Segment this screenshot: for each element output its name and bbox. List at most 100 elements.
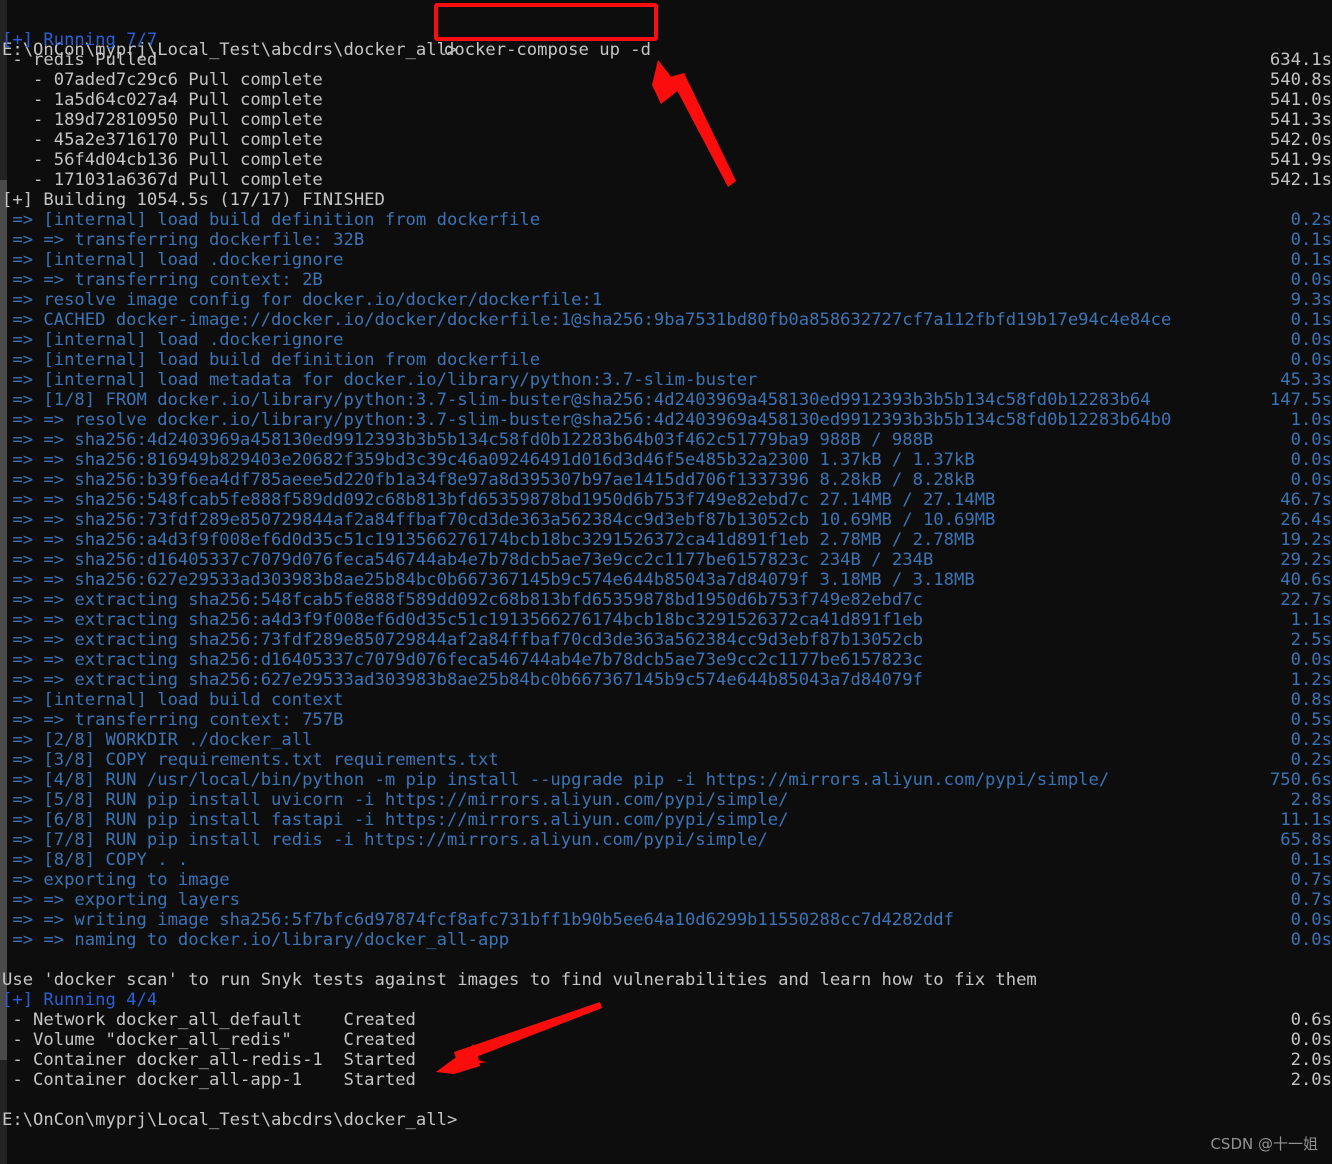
terminal-line: => => sha256:b39f6ea4df785aeee5d220fb1a3… <box>0 470 1332 490</box>
terminal-line-duration: 2.0s <box>1290 1050 1332 1070</box>
terminal-line-duration: 0.2s <box>1290 750 1332 770</box>
terminal-line: => => sha256:73fdf289e850729844af2a84ffb… <box>0 510 1332 530</box>
terminal-line: => resolve image config for docker.io/do… <box>0 290 1332 310</box>
terminal-line-duration: 0.2s <box>1290 730 1332 750</box>
terminal-line-duration: 2.0s <box>1290 1070 1332 1090</box>
terminal-line: => [5/8] RUN pip install uvicorn -i http… <box>0 790 1332 810</box>
terminal-line-duration: 540.8s <box>1269 70 1332 90</box>
terminal-line: => => writing image sha256:5f7bfc6d97874… <box>0 910 1332 930</box>
terminal-line-duration: 1.1s <box>1290 610 1332 630</box>
terminal-line: => [7/8] RUN pip install redis -i https:… <box>0 830 1332 850</box>
terminal-line: - Volume "docker_all_redis" Created 0.0s <box>0 1030 1332 1050</box>
terminal-line: - 45a2e3716170 Pull complete 542.0s <box>0 130 1332 150</box>
terminal-line: - 189d72810950 Pull complete 541.3s <box>0 110 1332 130</box>
terminal-line-duration: 22.7s <box>1280 590 1332 610</box>
terminal-line-duration: 0.7s <box>1290 890 1332 910</box>
terminal-line-duration: 0.1s <box>1290 850 1332 870</box>
terminal-line: => [internal] load build definition from… <box>0 350 1332 370</box>
terminal-line-duration: 9.3s <box>1290 290 1332 310</box>
terminal-line: => [internal] load metadata for docker.i… <box>0 370 1332 390</box>
terminal-line-duration: 0.0s <box>1290 350 1332 370</box>
terminal-line: - 171031a6367d Pull complete 542.1s <box>0 170 1332 190</box>
terminal-line: => => sha256:816949b829403e20682f359bd3c… <box>0 450 1332 470</box>
terminal-line-duration: 750.6s <box>1269 770 1332 790</box>
terminal-line: => => sha256:a4d3f9f008ef6d0d35c51c19135… <box>0 530 1332 550</box>
terminal-line: => => transferring dockerfile: 32B 0.1s <box>0 230 1332 250</box>
terminal-line: => => exporting layers 0.7s <box>0 890 1332 910</box>
terminal-line-duration: 542.0s <box>1269 130 1332 150</box>
terminal-line-duration: 0.0s <box>1290 430 1332 450</box>
terminal-line-duration: 65.8s <box>1280 830 1332 850</box>
terminal-line-duration: 1.2s <box>1290 670 1332 690</box>
terminal-line-duration: 0.0s <box>1290 650 1332 670</box>
terminal-line-duration: 0.6s <box>1290 1010 1332 1030</box>
terminal-line-duration: 541.3s <box>1269 110 1332 130</box>
terminal-line-duration: 29.2s <box>1280 550 1332 570</box>
terminal-line: => [internal] load .dockerignore 0.1s <box>0 250 1332 270</box>
terminal-line-duration: 542.1s <box>1269 170 1332 190</box>
terminal-line-text: [+] Running 4/4 <box>2 990 158 1010</box>
terminal-line: [+] Running 7/7 <box>0 30 1332 50</box>
terminal-line-duration: 0.0s <box>1290 270 1332 290</box>
terminal-output: E:\OnCon\myprj\Local_Test\abcdrs\docker_… <box>0 0 1332 1130</box>
terminal-line: E:\OnCon\myprj\Local_Test\abcdrs\docker_… <box>0 1110 1332 1130</box>
terminal-line-text: E:\OnCon\myprj\Local_Test\abcdrs\docker_… <box>2 1110 458 1130</box>
terminal-line-duration: 0.0s <box>1290 450 1332 470</box>
terminal-line: => [8/8] COPY . . 0.1s <box>0 850 1332 870</box>
terminal-line-text: [+] Building 1054.5s (17/17) FINISHED <box>2 190 385 210</box>
terminal-line-duration: 19.2s <box>1280 530 1332 550</box>
terminal-line-duration: 634.1s <box>1269 50 1332 70</box>
terminal-line: => [6/8] RUN pip install fastapi -i http… <box>0 810 1332 830</box>
terminal-line: => => extracting sha256:a4d3f9f008ef6d0d… <box>0 610 1332 630</box>
terminal-line-duration: 0.0s <box>1290 930 1332 950</box>
terminal-line: => [1/8] FROM docker.io/library/python:3… <box>0 390 1332 410</box>
terminal-line: => exporting to image 0.7s <box>0 870 1332 890</box>
terminal-line: => => transferring context: 757B 0.5s <box>0 710 1332 730</box>
terminal-line: => => sha256:d16405337c7079d076feca54674… <box>0 550 1332 570</box>
terminal-line-duration: 0.8s <box>1290 690 1332 710</box>
terminal-line: - Container docker_all-redis-1 Started 2.… <box>0 1050 1332 1070</box>
terminal-line: => [internal] load build context 0.8s <box>0 690 1332 710</box>
terminal-line-duration: 0.0s <box>1290 470 1332 490</box>
terminal-line: => [3/8] COPY requirements.txt requireme… <box>0 750 1332 770</box>
terminal-line-duration: 0.1s <box>1290 230 1332 250</box>
terminal-line-duration: 0.1s <box>1290 250 1332 270</box>
terminal-line: - 07aded7c29c6 Pull complete 540.8s <box>0 70 1332 90</box>
terminal-line: => => transferring context: 2B 0.0s <box>0 270 1332 290</box>
terminal-line-duration: 0.7s <box>1290 870 1332 890</box>
terminal-line: [+] Building 1054.5s (17/17) FINISHED <box>0 190 1332 210</box>
terminal-line-duration: 147.5s <box>1269 390 1332 410</box>
terminal-line: - 1a5d64c027a4 Pull complete 541.0s <box>0 90 1332 110</box>
terminal-line-duration: 46.7s <box>1280 490 1332 510</box>
terminal-line-duration: 1.0s <box>1290 410 1332 430</box>
terminal-line-duration: 541.0s <box>1269 90 1332 110</box>
terminal-line-duration: 2.5s <box>1290 630 1332 650</box>
terminal-line-text: Use 'docker scan' to run Snyk tests agai… <box>2 970 1037 990</box>
terminal-line-duration: 0.0s <box>1290 1030 1332 1050</box>
terminal-line: - Network docker_all_default Created 0.6s <box>0 1010 1332 1030</box>
terminal-line-duration: 0.0s <box>1290 910 1332 930</box>
terminal-line: [+] Running 4/4 <box>0 990 1332 1010</box>
terminal-line: => => naming to docker.io/library/docker… <box>0 930 1332 950</box>
terminal-line-duration: 0.0s <box>1290 330 1332 350</box>
terminal-line: Use 'docker scan' to run Snyk tests agai… <box>0 970 1332 990</box>
terminal-line: => => extracting sha256:548fcab5fe888f58… <box>0 590 1332 610</box>
terminal-line: => => sha256:627e29533ad303983b8ae25b84b… <box>0 570 1332 590</box>
terminal-line-duration: 2.8s <box>1290 790 1332 810</box>
terminal-line-duration: 11.1s <box>1280 810 1332 830</box>
terminal-line: => => sha256:4d2403969a458130ed9912393b3… <box>0 430 1332 450</box>
terminal-window: E:\OnCon\myprj\Local_Test\abcdrs\docker_… <box>0 0 1332 1164</box>
terminal-line: => => extracting sha256:d16405337c7079d0… <box>0 650 1332 670</box>
terminal-line: => [4/8] RUN /usr/local/bin/python -m pi… <box>0 770 1332 790</box>
terminal-line-duration: 0.1s <box>1290 310 1332 330</box>
terminal-line-duration: 40.6s <box>1280 570 1332 590</box>
terminal-line: => CACHED docker-image://docker.io/docke… <box>0 310 1332 330</box>
terminal-line: => [2/8] WORKDIR ./docker_all 0.2s <box>0 730 1332 750</box>
terminal-line-duration: 45.3s <box>1280 370 1332 390</box>
terminal-line-duration: 541.9s <box>1269 150 1332 170</box>
terminal-line-duration: 0.5s <box>1290 710 1332 730</box>
terminal-line: - redis Pulled 634.1s <box>0 50 1332 70</box>
terminal-line: => [internal] load .dockerignore 0.0s <box>0 330 1332 350</box>
